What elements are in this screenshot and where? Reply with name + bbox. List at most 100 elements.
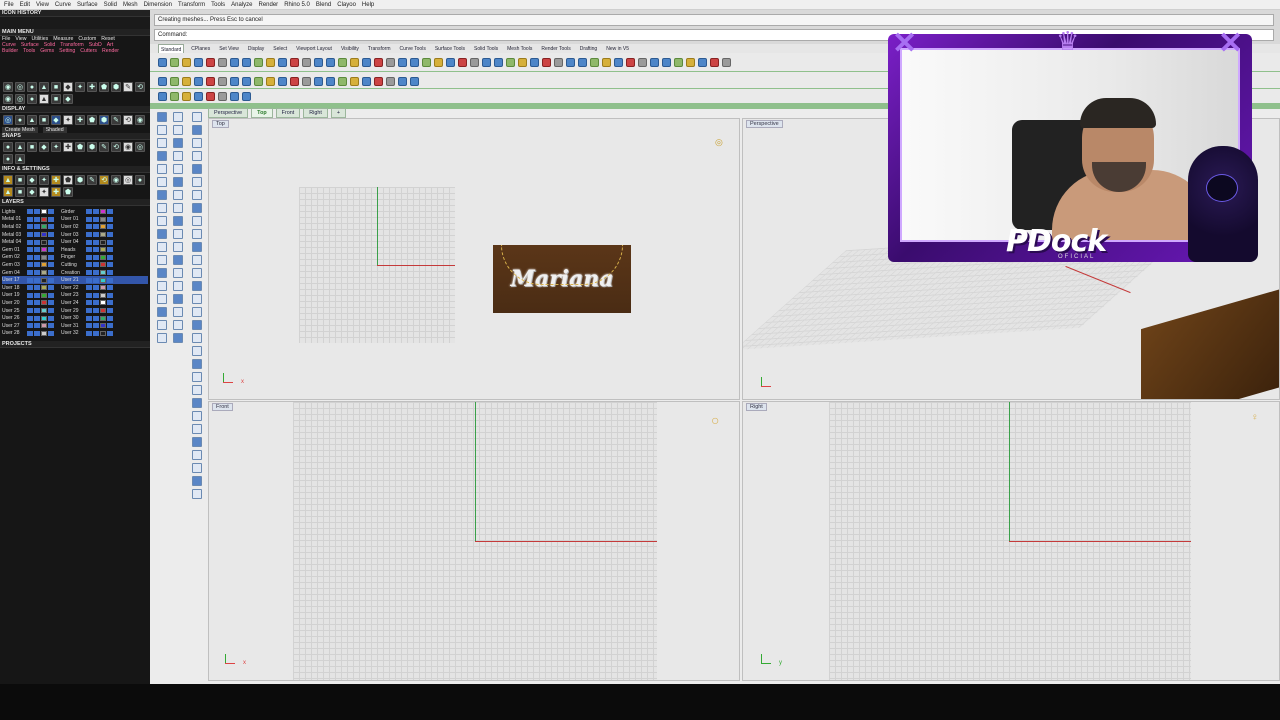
toolbar-button[interactable] [578,57,587,67]
layer-lock-icon[interactable] [34,315,40,321]
layer-visible-icon[interactable] [27,315,33,321]
layer-lock-icon[interactable] [34,292,40,298]
toolbox-button[interactable] [192,125,202,135]
toolbox-button[interactable] [192,463,202,473]
layer-visible-icon[interactable] [27,254,33,260]
viewport-right[interactable]: Right y ♀ [742,401,1280,681]
tool-icon[interactable]: ◆ [51,115,61,125]
toolbar-button[interactable] [158,76,167,86]
layer-color-swatch[interactable] [100,323,106,329]
toolbox-button[interactable] [157,268,167,278]
toolbar-button[interactable] [194,76,203,86]
toolbar-button[interactable] [350,57,359,67]
layer-material-icon[interactable] [48,216,54,222]
layer-material-icon[interactable] [48,330,54,336]
toolbox-button[interactable] [157,164,167,174]
ring-icon[interactable]: ◎ [715,137,723,148]
toolbar-button[interactable] [158,57,167,67]
layer-visible-icon[interactable] [27,216,33,222]
toolbox-button[interactable] [192,294,202,304]
tool-icon[interactable]: ● [135,175,145,185]
layer-name[interactable]: Gem 01 [2,247,27,253]
layer-name[interactable]: User 21 [61,277,86,283]
layer-material-icon[interactable] [48,232,54,238]
toolbox-button[interactable] [192,450,202,460]
toolbar-button[interactable] [686,57,695,67]
toolbar-button[interactable] [362,76,371,86]
toolbox-button[interactable] [192,385,202,395]
layer-visible-icon[interactable] [27,308,33,314]
tool-icon[interactable]: ◆ [27,187,37,197]
toolbox-button[interactable] [173,177,183,187]
layer-material-icon[interactable] [48,315,54,321]
layer-name[interactable]: Girder [61,209,86,215]
toolbar-button[interactable] [554,57,563,67]
layer-visible-icon[interactable] [86,232,92,238]
toolbox-button[interactable] [192,229,202,239]
tool-icon[interactable]: ■ [15,187,25,197]
tool-icon[interactable]: ◎ [123,175,133,185]
layer-row[interactable]: User 19 User 23 [2,292,148,300]
toolbox-button[interactable] [173,164,183,174]
layer-material-icon[interactable] [48,224,54,230]
layer-lock-icon[interactable] [93,308,99,314]
layer-visible-icon[interactable] [86,323,92,329]
tool-icon[interactable]: ✦ [39,187,49,197]
tool-icon[interactable]: ✦ [51,142,61,152]
layer-color-swatch[interactable] [100,285,106,291]
layer-material-icon[interactable] [107,270,113,276]
toolbar-button[interactable] [218,76,227,86]
tool-icon[interactable]: ✎ [99,142,109,152]
layer-row[interactable]: User 27 User 31 [2,322,148,330]
tool-icon[interactable]: ⬢ [87,142,97,152]
tool-icon[interactable]: ✎ [111,115,121,125]
main-menu-gems[interactable]: Gems [40,48,54,54]
main-menu-tools[interactable]: Tools [23,48,35,54]
toolbar-button[interactable] [278,76,287,86]
layer-visible-icon[interactable] [86,300,92,306]
layer-color-swatch[interactable] [100,308,106,314]
layer-visible-icon[interactable] [27,300,33,306]
viewport-tab-perspective[interactable]: Perspective [208,108,249,118]
toolbox-button[interactable] [173,151,183,161]
tool-icon[interactable]: ▲ [15,142,25,152]
layer-name[interactable]: Heads [61,247,86,253]
layer-lock-icon[interactable] [93,224,99,230]
toolbar-button[interactable] [170,76,179,86]
toolbox-button[interactable] [157,112,167,122]
layer-lock-icon[interactable] [93,277,99,283]
layer-visible-icon[interactable] [86,285,92,291]
toolbox-button[interactable] [157,125,167,135]
layer-name[interactable]: Gem 04 [2,270,27,276]
layer-lock-icon[interactable] [93,323,99,329]
toolbox-button[interactable] [157,333,167,343]
tool-icon[interactable]: ■ [15,175,25,185]
layer-lock-icon[interactable] [34,308,40,314]
tool-icon[interactable]: ◉ [135,115,145,125]
toolbar-button[interactable] [206,91,215,101]
layer-color-swatch[interactable] [100,232,106,238]
toolbar-button[interactable] [530,57,539,67]
tool-icon[interactable]: ■ [51,82,61,92]
layer-name[interactable]: User 01 [61,216,86,222]
layer-name[interactable]: User 17 [2,277,27,283]
layer-lock-icon[interactable] [93,300,99,306]
layer-color-swatch[interactable] [41,315,47,321]
layer-color-swatch[interactable] [41,270,47,276]
toolbox-button[interactable] [173,138,183,148]
toolbar-button[interactable] [314,57,323,67]
layer-lock-icon[interactable] [34,277,40,283]
toolbar-button[interactable] [614,57,623,67]
main-menu-render[interactable]: Render [102,48,119,54]
toolbox-button[interactable] [157,242,167,252]
toolbox-button[interactable] [192,320,202,330]
toolbar-button[interactable] [674,57,683,67]
toolbox-button[interactable] [157,307,167,317]
toolbox-button[interactable] [192,476,202,486]
toolbar-button[interactable] [434,57,443,67]
toolbar-button[interactable] [494,57,503,67]
layer-color-swatch[interactable] [100,247,106,253]
toolbox-button[interactable] [192,281,202,291]
layer-material-icon[interactable] [107,330,113,336]
layer-lock-icon[interactable] [93,247,99,253]
